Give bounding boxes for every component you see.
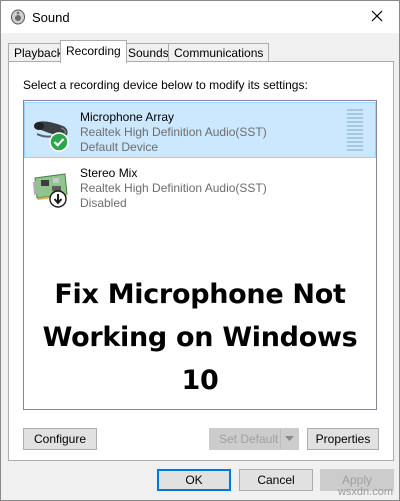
device-status: Default Device — [80, 140, 159, 154]
tab-sounds[interactable]: Sounds — [122, 43, 175, 62]
device-name: Stereo Mix — [80, 166, 138, 180]
configure-button[interactable]: Configure — [23, 428, 97, 450]
overlay-caption: Fix Microphone Not Working on Windows 10 — [24, 273, 376, 402]
instruction-text: Select a recording device below to modif… — [23, 78, 308, 92]
close-button[interactable] — [355, 1, 399, 33]
watermark-text: wsxdn.com — [337, 486, 393, 498]
chevron-down-icon[interactable] — [280, 429, 298, 449]
cancel-button[interactable]: Cancel — [239, 469, 313, 491]
device-item-microphone-array[interactable]: Microphone Array Realtek High Definition… — [24, 102, 376, 158]
device-driver: Realtek High Definition Audio(SST) — [80, 181, 267, 195]
ok-button[interactable]: OK — [157, 469, 231, 491]
overlay-line-2: Working on Windows 10 — [42, 322, 358, 396]
disabled-arrow-icon — [49, 190, 67, 208]
device-item-stereo-mix[interactable]: Stereo Mix Realtek High Definition Audio… — [25, 159, 375, 213]
level-meter — [347, 109, 363, 151]
device-status: Disabled — [80, 196, 127, 210]
tab-recording[interactable]: Recording — [60, 40, 127, 63]
default-check-icon — [49, 132, 69, 152]
title-bar[interactable]: Sound — [1, 1, 399, 33]
recording-panel: Select a recording device below to modif… — [8, 61, 394, 461]
overlay-line-1: Fix Microphone Not — [54, 279, 346, 310]
speaker-icon — [10, 9, 26, 25]
device-driver: Realtek High Definition Audio(SST) — [80, 125, 267, 139]
set-default-label: Set Default — [219, 432, 279, 446]
device-name: Microphone Array — [80, 110, 175, 124]
sound-dialog: Sound Playback Recording Sounds Communic… — [0, 0, 400, 501]
close-icon — [371, 10, 383, 25]
tab-communications[interactable]: Communications — [168, 43, 270, 62]
device-list[interactable]: Microphone Array Realtek High Definition… — [23, 100, 377, 410]
properties-button[interactable]: Properties — [307, 428, 379, 450]
window-title: Sound — [32, 10, 70, 25]
set-default-button[interactable]: Set Default — [209, 428, 299, 450]
